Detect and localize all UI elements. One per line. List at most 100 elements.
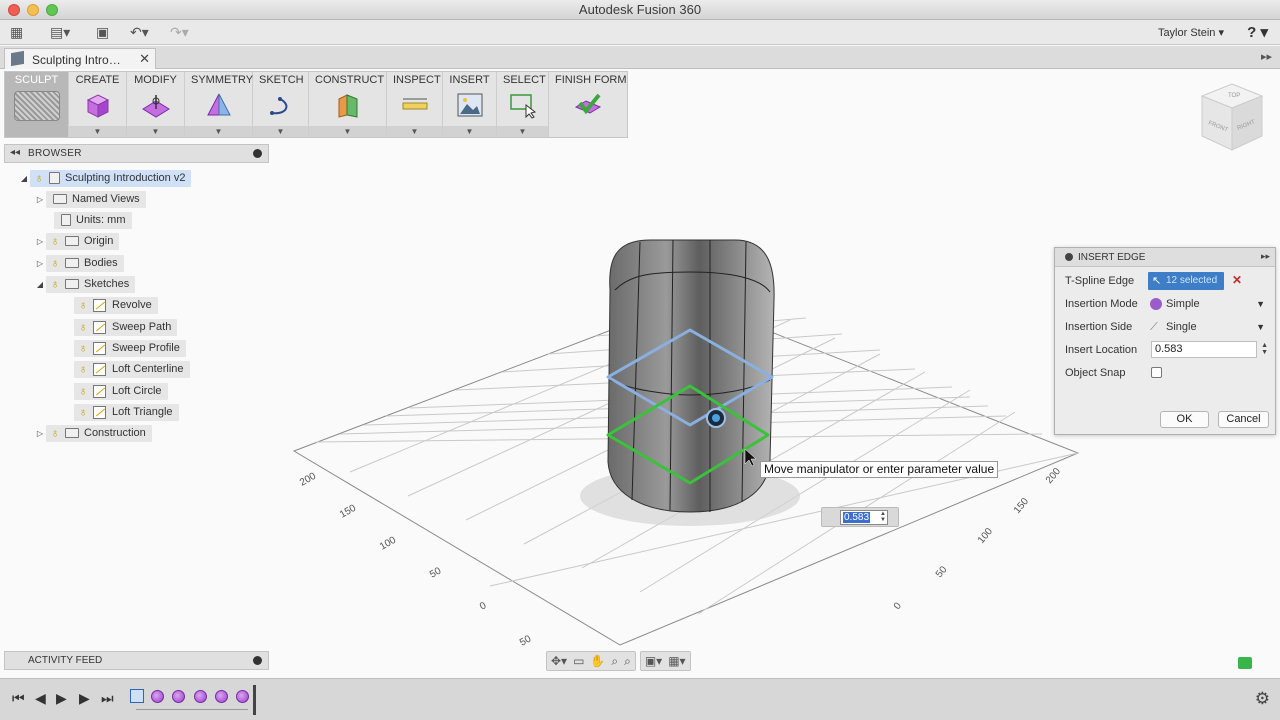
pin-icon[interactable] (253, 149, 262, 158)
visibility-bulb-icon[interactable]: ♁ (77, 384, 89, 398)
tree-sketches[interactable]: ◢ ♁ Sketches (34, 275, 136, 293)
visibility-bulb-icon[interactable]: ♁ (49, 277, 61, 291)
user-menu[interactable]: Taylor Stein ▾ (1158, 26, 1224, 39)
tree-origin[interactable]: ▷ ♁ Origin (34, 232, 120, 250)
close-tab-icon[interactable]: ✕ (139, 51, 150, 67)
ribbon-sketch[interactable]: SKETCH ▼ (253, 72, 309, 137)
object-snap-checkbox[interactable] (1151, 367, 1162, 378)
status-indicator-icon[interactable] (1238, 657, 1252, 669)
visibility-bulb-icon[interactable]: ♁ (77, 405, 89, 419)
tree-sketch-item[interactable]: ♁ Loft Circle (74, 382, 168, 400)
zoom-window-button[interactable] (46, 4, 58, 16)
edge-manipulator[interactable] (706, 408, 726, 428)
workspace-sculpt[interactable]: SCULPT (5, 72, 69, 137)
view-cube[interactable]: TOP FRONT RIGHT (1200, 82, 1264, 152)
fit-icon[interactable]: ⌕ (624, 654, 631, 669)
tree-units[interactable]: Units: mm (54, 211, 132, 229)
expand-triangle-icon[interactable]: ▷ (34, 259, 46, 268)
data-panel-grid-icon[interactable]: ▦ (10, 24, 23, 41)
expand-triangle-icon[interactable]: ▷ (34, 429, 46, 438)
expand-dialog-icon[interactable]: ▸▸ (1261, 251, 1270, 262)
visibility-bulb-icon[interactable]: ♁ (77, 362, 89, 376)
step-back-icon[interactable]: ◀ (35, 690, 46, 707)
stepper-icon[interactable]: ▲ ▼ (1261, 342, 1268, 356)
collapse-panel-icon[interactable]: ◂◂ (10, 147, 20, 158)
tree-sketch-item[interactable]: ♁ Revolve (74, 296, 158, 314)
timeline-feature[interactable] (194, 690, 207, 703)
ribbon-select[interactable]: SELECT ▼ (497, 72, 549, 137)
tspline-body[interactable] (607, 239, 775, 513)
timeline-feature[interactable] (215, 690, 228, 703)
ribbon-symmetry[interactable]: SYMMETRY ▼ (185, 72, 253, 137)
ribbon-modify[interactable]: MODIFY ▼ (127, 72, 185, 137)
tree-construction[interactable]: ▷ ♁ Construction (34, 424, 152, 442)
timeline-feature[interactable] (172, 690, 185, 703)
visibility-bulb-icon[interactable]: ♁ (77, 341, 89, 355)
visibility-bulb-icon[interactable]: ♁ (49, 234, 61, 248)
go-to-end-icon[interactable]: ⏭ (101, 690, 114, 707)
gear-icon[interactable]: ⚙ (1255, 689, 1270, 709)
visibility-bulb-icon[interactable]: ♁ (77, 298, 89, 312)
tree-sketch-item[interactable]: ♁ Sweep Path (74, 318, 178, 336)
visibility-bulb-icon[interactable]: ♁ (33, 171, 45, 185)
display-settings-icon[interactable]: ▣▾ (645, 654, 662, 668)
timeline-form-feature[interactable] (130, 689, 144, 703)
pan-icon[interactable]: ✋ (590, 654, 605, 668)
visibility-bulb-icon[interactable]: ♁ (49, 426, 61, 440)
modify-dropdown-icon[interactable]: ▼ (127, 126, 184, 137)
timeline-feature[interactable] (151, 690, 164, 703)
save-icon[interactable]: ▣ (96, 24, 109, 41)
construct-dropdown-icon[interactable]: ▼ (309, 126, 386, 137)
go-to-start-icon[interactable]: ⏮ (12, 690, 25, 707)
parameter-input-box[interactable]: 0.583 ▲ ▼ (821, 507, 899, 527)
visibility-bulb-icon[interactable]: ♁ (77, 320, 89, 334)
file-menu-icon[interactable]: ▤▾ (50, 24, 70, 41)
ribbon-finish-form[interactable]: FINISH FORM (549, 72, 627, 137)
undo-icon[interactable]: ↶▾ (130, 24, 149, 41)
collapse-triangle-icon[interactable]: ◢ (34, 280, 46, 289)
tspline-edge-selector[interactable]: ↖ 12 selected (1148, 272, 1224, 290)
tree-bodies[interactable]: ▷ ♁ Bodies (34, 254, 124, 272)
tree-root[interactable]: ◢ ♁ Sculpting Introduction v2 (18, 169, 192, 187)
cancel-button[interactable]: Cancel (1218, 411, 1269, 428)
insertion-mode-select[interactable]: Simple ▼ (1148, 295, 1265, 313)
expand-triangle-icon[interactable]: ▷ (34, 237, 46, 246)
insert-dropdown-icon[interactable]: ▼ (443, 126, 496, 137)
clear-selection-icon[interactable]: ✕ (1232, 273, 1242, 287)
redo-icon[interactable]: ↷▾ (170, 24, 189, 41)
activity-feed-header[interactable]: ACTIVITY FEED (4, 651, 269, 670)
insert-location-input[interactable]: 0.583 ▲ ▼ (1151, 341, 1268, 358)
inspect-dropdown-icon[interactable]: ▼ (387, 126, 442, 137)
tab-overflow-icon[interactable]: ▸▸ (1261, 50, 1272, 63)
viewport-canvas[interactable]: 200 150 100 50 0 50 200 150 100 50 0 (270, 140, 1100, 650)
tree-sketch-item[interactable]: ♁ Loft Centerline (74, 360, 190, 378)
tree-sketch-item[interactable]: ♁ Sweep Profile (74, 339, 186, 357)
grid-settings-icon[interactable]: ▦▾ (668, 654, 685, 668)
browser-panel-header[interactable]: ◂◂ BROWSER (4, 144, 269, 163)
step-forward-icon[interactable]: ▶ (79, 690, 90, 707)
orbit-icon[interactable]: ✥▾ (551, 654, 567, 668)
play-icon[interactable]: ▶ (56, 690, 67, 707)
dialog-header[interactable]: INSERT EDGE ▸▸ (1055, 248, 1275, 267)
ok-button[interactable]: OK (1160, 411, 1209, 428)
help-menu[interactable]: ? ▾ (1247, 23, 1268, 41)
minimize-window-button[interactable] (27, 4, 39, 16)
ribbon-insert[interactable]: INSERT ▼ (443, 72, 497, 137)
look-at-icon[interactable]: ▭ (573, 654, 584, 668)
pin-icon[interactable] (253, 656, 262, 665)
ribbon-create[interactable]: CREATE ▼ (69, 72, 127, 137)
stepper-icon[interactable]: ▲ ▼ (880, 511, 886, 523)
close-window-button[interactable] (8, 4, 20, 16)
expand-triangle-icon[interactable]: ▷ (34, 195, 46, 204)
sketch-dropdown-icon[interactable]: ▼ (253, 126, 308, 137)
timeline-feature[interactable] (236, 690, 249, 703)
zoom-icon[interactable]: ⌕ (611, 654, 618, 669)
ribbon-construct[interactable]: CONSTRUCT ▼ (309, 72, 387, 137)
timeline-marker[interactable] (253, 685, 256, 715)
insertion-side-select[interactable]: ⟋ Single ▼ (1148, 318, 1265, 336)
create-dropdown-icon[interactable]: ▼ (69, 126, 126, 137)
visibility-bulb-icon[interactable]: ♁ (49, 256, 61, 270)
document-tab[interactable]: Sculpting Intro… ✕ (4, 48, 156, 69)
select-dropdown-icon[interactable]: ▼ (497, 126, 548, 137)
tree-sketch-item[interactable]: ♁ Loft Triangle (74, 403, 179, 421)
